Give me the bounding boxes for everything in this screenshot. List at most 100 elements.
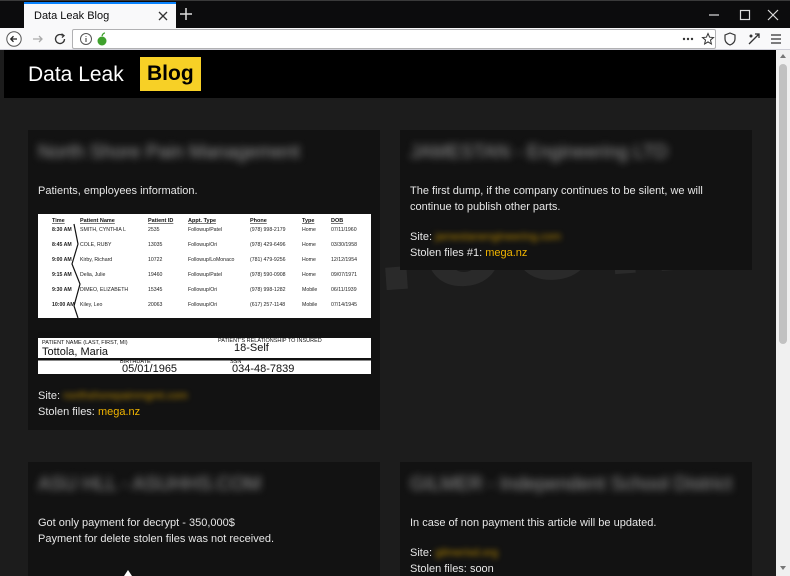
schedule-cell: Followup/Patel (188, 272, 222, 278)
schedule-cell: Followup/Ori (188, 287, 217, 293)
onion-icon (97, 32, 107, 46)
stolen-files-line: Stolen files #1: mega.nz (410, 247, 528, 259)
minimize-icon[interactable] (706, 7, 722, 23)
schedule-cell: 06/11/1939 (331, 287, 357, 293)
site-header: Data Leak Blog (4, 50, 776, 98)
schedule-header: Time (52, 218, 65, 224)
scroll-down-icon[interactable] (779, 564, 787, 572)
navigation-bar (0, 28, 790, 50)
schedule-cell: 8:30 AM (52, 227, 72, 233)
schedule-header: Phone (250, 218, 267, 224)
schedule-cell: Home (302, 272, 316, 278)
schedule-cell: COLE, RUBY (80, 242, 112, 248)
schedule-cell: (978) 998-1282 (250, 287, 286, 293)
site-link[interactable]: northshorepainmgmt.com (63, 390, 188, 402)
schedule-header: Type (302, 218, 314, 224)
schedule-cell: 07/11/1960 (331, 227, 357, 233)
schedule-header: Patient Name (80, 218, 115, 224)
schedule-cell: (978) 590-0908 (250, 272, 286, 278)
card-description: Patients, employees information. (38, 185, 198, 197)
schedule-cell: 09/07/1971 (331, 272, 357, 278)
scrollbar-thumb[interactable] (779, 64, 787, 344)
card-description: The first dump, if the company continues… (410, 185, 703, 213)
forward-icon[interactable] (30, 31, 46, 47)
vertical-scrollbar[interactable] (776, 50, 790, 576)
leaked-form-image: PATIENT NAME (LAST, FIRST, MI) PATIENT'S… (38, 332, 371, 376)
more-actions-icon[interactable] (681, 32, 695, 46)
stolen-files-line: Stolen files: mega.nz (38, 406, 141, 418)
schedule-cell: 9:00 AM (52, 257, 72, 263)
leak-card: ASU HLL - ASUHHS.COM Got only payment fo… (28, 462, 380, 576)
page-content: Data Leak Blog risk.com North Shore Pain… (0, 50, 776, 576)
leak-card: JAMESTAN - Engineering LTD The first dum… (400, 130, 752, 270)
schedule-cell: 9:15 AM (52, 272, 72, 278)
card-title[interactable]: JAMESTAN - Engineering LTD (410, 142, 668, 164)
new-tab-icon[interactable] (178, 6, 194, 22)
info-icon[interactable] (79, 32, 93, 46)
schedule-cell: SMITH, CYNTHIA L (80, 227, 126, 233)
schedule-cell: 03/30/1958 (331, 242, 357, 248)
schedule-header: DOB (331, 218, 343, 224)
stolen-files-link[interactable]: mega.nz (485, 247, 527, 259)
schedule-cell: 13035 (148, 242, 163, 248)
schedule-cell: 10722 (148, 257, 163, 263)
stolen-files-link[interactable]: mega.nz (98, 406, 140, 418)
maximize-icon[interactable] (737, 7, 753, 23)
browser-titlebar: Data Leak Blog (0, 0, 790, 29)
schedule-cell: Home (302, 242, 316, 248)
bookmark-star-icon[interactable] (701, 32, 715, 46)
image-preview-edge (116, 570, 140, 576)
schedule-header: Patient ID (148, 218, 173, 224)
form-ssn: 034-48-7839 (232, 363, 294, 375)
schedule-cell: Kiley, Leo (80, 302, 103, 308)
schedule-cell: Followup/Ori (188, 302, 217, 308)
schedule-cell: 2535 (148, 227, 160, 233)
schedule-cell: DIMEO, ELIZABETH (80, 287, 128, 293)
stolen-files-line: Stolen files: soon (410, 563, 494, 575)
card-title[interactable]: ASU HLL - ASUHHS.COM (38, 474, 261, 496)
schedule-cell: (978) 998-2179 (250, 227, 286, 233)
site-line: Site: jamestanengineering.com (410, 231, 562, 243)
stolen-files-status: soon (469, 563, 494, 575)
site-line: Site: northshorepainmgmt.com (38, 390, 188, 402)
shield-icon[interactable] (722, 31, 738, 47)
schedule-cell: Home (302, 227, 316, 233)
hamburger-menu-icon[interactable] (768, 31, 784, 47)
form-name: Tottola, Maria (42, 346, 109, 358)
site-link[interactable]: gilmerisd.org (435, 547, 498, 559)
schedule-cell: (978) 429-6496 (250, 242, 286, 248)
reload-icon[interactable] (52, 31, 68, 47)
window-close-icon[interactable] (765, 7, 781, 23)
back-icon[interactable] (6, 31, 22, 47)
site-link[interactable]: jamestanengineering.com (435, 231, 561, 243)
security-settings-icon[interactable] (746, 31, 762, 47)
url-bar[interactable] (72, 29, 716, 49)
scroll-up-icon[interactable] (779, 52, 787, 60)
leaked-schedule-image: Time Patient Name Patient ID Appt. Type Phon… (38, 214, 371, 318)
schedule-cell: Followup/LoMonaco (188, 257, 235, 263)
schedule-cell: (617) 257-1148 (250, 302, 285, 308)
schedule-cell: Delia, Julie (80, 272, 105, 278)
site-line: Site: gilmerisd.org (410, 547, 499, 559)
schedule-cell: 15345 (148, 287, 163, 293)
schedule-cell: Followup/Ori (188, 242, 217, 248)
leak-card: North Shore Pain Management Patients, em… (28, 130, 380, 430)
card-description: Got only payment for decrypt - 350,000$ … (38, 517, 275, 545)
schedule-cell: 19460 (148, 272, 163, 278)
logo-badge[interactable]: Blog (140, 57, 201, 91)
schedule-cell: 9:30 AM (52, 287, 72, 293)
card-description: In case of non payment this article will… (410, 517, 657, 529)
schedule-cell: 8:45 AM (52, 242, 72, 248)
schedule-cell: Kirby, Richard (80, 257, 112, 263)
schedule-cell: Home (302, 257, 316, 263)
card-title[interactable]: North Shore Pain Management (38, 142, 300, 164)
card-title[interactable]: GILMER - Independent School District (410, 474, 732, 496)
leak-card: GILMER - Independent School District In … (400, 462, 752, 576)
schedule-cell: 07/14/1945 (331, 302, 357, 308)
logo-text[interactable]: Data Leak (28, 63, 124, 87)
tab-title: Data Leak Blog (34, 10, 110, 22)
browser-tab[interactable]: Data Leak Blog (24, 2, 176, 29)
tab-close-icon[interactable] (156, 9, 170, 23)
schedule-cell: Followup/Patel (188, 227, 222, 233)
schedule-cell: 10:00 AM (52, 302, 75, 308)
